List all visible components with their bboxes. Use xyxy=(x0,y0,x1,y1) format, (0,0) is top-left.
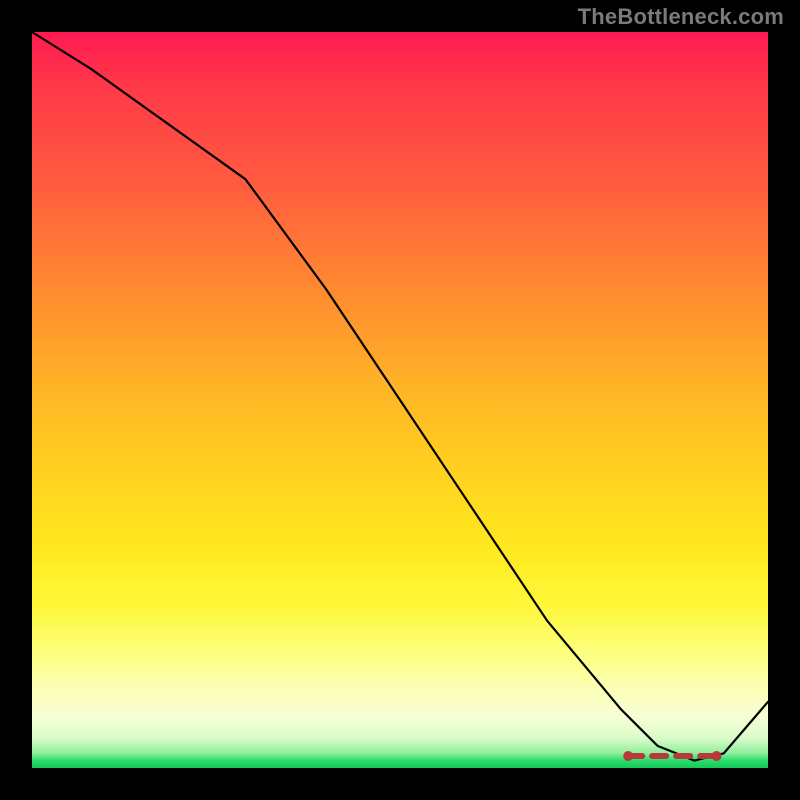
chart-svg xyxy=(32,32,768,768)
chart-frame: TheBottleneck.com xyxy=(0,0,800,800)
watermark-label: TheBottleneck.com xyxy=(578,4,784,30)
bottleneck-curve xyxy=(32,32,768,761)
plot-area xyxy=(32,32,768,768)
optimal-range-end-dot xyxy=(712,751,722,761)
